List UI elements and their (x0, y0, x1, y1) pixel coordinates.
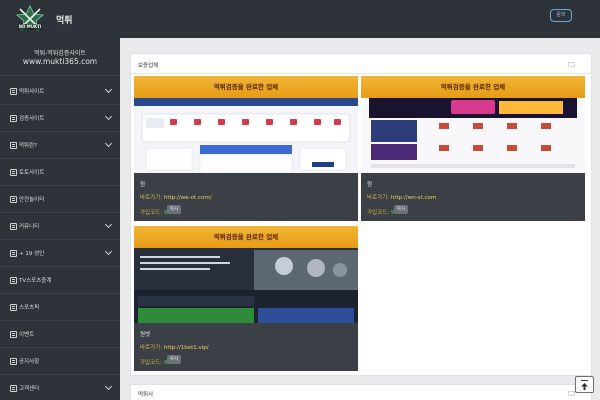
list-icon (10, 385, 17, 392)
sidebar-item-label: 스포츠픽 (19, 305, 40, 311)
sidebar-item-label: 토토사이트 (19, 170, 45, 176)
chevron-down-icon (104, 247, 113, 256)
card-banner: 먹튀검증을 완료한 업체 (134, 226, 358, 248)
site-link[interactable]: http://1bet1.vip/ (164, 345, 209, 351)
sidebar-header: 먹튀-먹튀검증사이트 www.mukti365.com (0, 38, 120, 76)
address-label: 바로가기 (140, 195, 161, 201)
card-site-name: 원 (140, 182, 146, 188)
site-screenshot[interactable] (134, 98, 358, 173)
sidebar-tagline: 먹튀-먹튀검증사이트 (34, 50, 86, 57)
address-label: 바로가기 (140, 345, 161, 351)
divider (131, 73, 591, 74)
sidebar-item-5[interactable]: 안전놀이터 (0, 186, 120, 213)
sidebar-item-label: TV스포츠중계 (19, 278, 52, 284)
sidebar-item-12[interactable]: 고객센터 (0, 375, 120, 400)
chevron-down-icon (104, 85, 113, 94)
site-card[interactable]: 먹튀검증을 완료한 업체 원 바로가기: http://we-ot.com/ 가… (134, 76, 358, 221)
top-bar: NO MUKTI 먹튀 문의 (0, 0, 600, 38)
list-icon (10, 223, 17, 230)
sidebar-item-label: 고객센터 (19, 386, 40, 392)
sidebar-item-6[interactable]: 커뮤니티 (0, 213, 120, 240)
sidebar-item-8[interactable]: TV스포츠중계 (0, 267, 120, 294)
copy-code-button[interactable]: 복사 (394, 205, 408, 214)
guarantee-panel: 보증업체 먹튀검증을 완료한 업체 원 바로가기: http://we-ot.c… (130, 53, 592, 376)
sidebar-item-11[interactable]: 공지사항 (0, 348, 120, 375)
sidebar-item-9[interactable]: 스포츠픽 (0, 294, 120, 321)
site-screenshot-image (134, 98, 358, 173)
list-icon (10, 196, 17, 203)
sidebar-item-label: 먹튀사이트 (19, 89, 45, 95)
section-title: 보증업체 (138, 63, 159, 69)
logo-text: NO MUKTI (18, 24, 42, 29)
arrow-up-icon (581, 383, 588, 390)
sidebar-item-1[interactable]: 먹튀사이트 (0, 78, 120, 105)
sidebar-item-4[interactable]: 토토사이트 (0, 159, 120, 186)
code-label: 가입코드 (140, 210, 161, 216)
site-card[interactable]: 먹튀검증을 완료한 업체 원벳 바로가기: http://1bet1.vip/ (134, 226, 358, 371)
list-icon (10, 331, 17, 338)
sidebar-item-3[interactable]: 먹튀란? (0, 132, 120, 159)
chevron-down-icon (104, 112, 113, 121)
sidebar-url[interactable]: www.mukti365.com (0, 57, 120, 66)
site-logo[interactable]: NO MUKTI (15, 5, 45, 33)
list-icon (10, 277, 17, 284)
card-site-name: 원 (367, 182, 373, 188)
section2-title: 먹튀사 (138, 392, 154, 398)
sidebar-item-label: + 19 성인 (19, 251, 45, 257)
card-banner: 먹튀검증을 완료한 업체 (134, 76, 358, 98)
sidebar-item-label: 안전놀이터 (19, 197, 45, 203)
code-label: 가입코드 (367, 210, 388, 216)
code-label: 가입코드 (140, 360, 161, 366)
card-site-name: 원벳 (140, 332, 151, 338)
site-link[interactable]: http://we-ot.com/ (164, 195, 212, 201)
site-card[interactable]: 먹튀검증을 완료한 업체 원 바로가기: http://wn-st.com 가입… (361, 76, 585, 221)
top-bar-icon (581, 380, 588, 381)
site-screenshot-image (134, 248, 358, 323)
panel-collapse-icon[interactable] (568, 62, 575, 67)
site-screenshot-image (361, 98, 585, 173)
card-address: 바로가기: http://we-ot.com/ (140, 193, 212, 201)
chevron-down-icon (104, 382, 113, 391)
address-label: 바로가기 (367, 195, 388, 201)
site-title[interactable]: 먹튀 (56, 13, 73, 26)
sidebar-item-label: 이벤트 (19, 332, 35, 338)
sidebar-item-label: 먹튀란? (19, 143, 38, 149)
scroll-top-button[interactable] (575, 376, 594, 393)
sidebar-item-label: 공지사항 (19, 359, 40, 365)
scam-panel: 먹튀사 (130, 384, 592, 400)
sidebar-item-label: 검증사이트 (19, 116, 45, 122)
sidebar-item-label: 커뮤니티 (19, 224, 40, 230)
panel-collapse-icon[interactable] (568, 391, 575, 396)
list-icon (10, 169, 17, 176)
card-banner: 먹튀검증을 완료한 업체 (361, 76, 585, 98)
copy-code-button[interactable]: 복사 (167, 205, 181, 214)
sidebar-item-7[interactable]: + 19 성인 (0, 240, 120, 267)
sidebar-item-10[interactable]: 이벤트 (0, 321, 120, 348)
site-link[interactable]: http://wn-st.com (391, 195, 436, 201)
card-address: 바로가기: http://1bet1.vip/ (140, 343, 209, 351)
list-icon (10, 142, 17, 149)
card-address: 바로가기: http://wn-st.com (367, 193, 436, 201)
site-screenshot[interactable] (361, 98, 585, 173)
copy-code-button[interactable]: 복사 (167, 355, 181, 364)
list-icon (10, 115, 17, 122)
sidebar: 먹튀-먹튀검증사이트 www.mukti365.com 먹튀사이트 검증사이트 … (0, 38, 120, 400)
list-icon (10, 250, 17, 257)
list-icon (10, 88, 17, 95)
header-action-button[interactable]: 문의 (550, 9, 572, 22)
chevron-down-icon (104, 220, 113, 229)
sidebar-item-2[interactable]: 검증사이트 (0, 105, 120, 132)
chevron-down-icon (104, 139, 113, 148)
site-screenshot[interactable] (134, 248, 358, 323)
list-icon (10, 358, 17, 365)
list-icon (10, 304, 17, 311)
